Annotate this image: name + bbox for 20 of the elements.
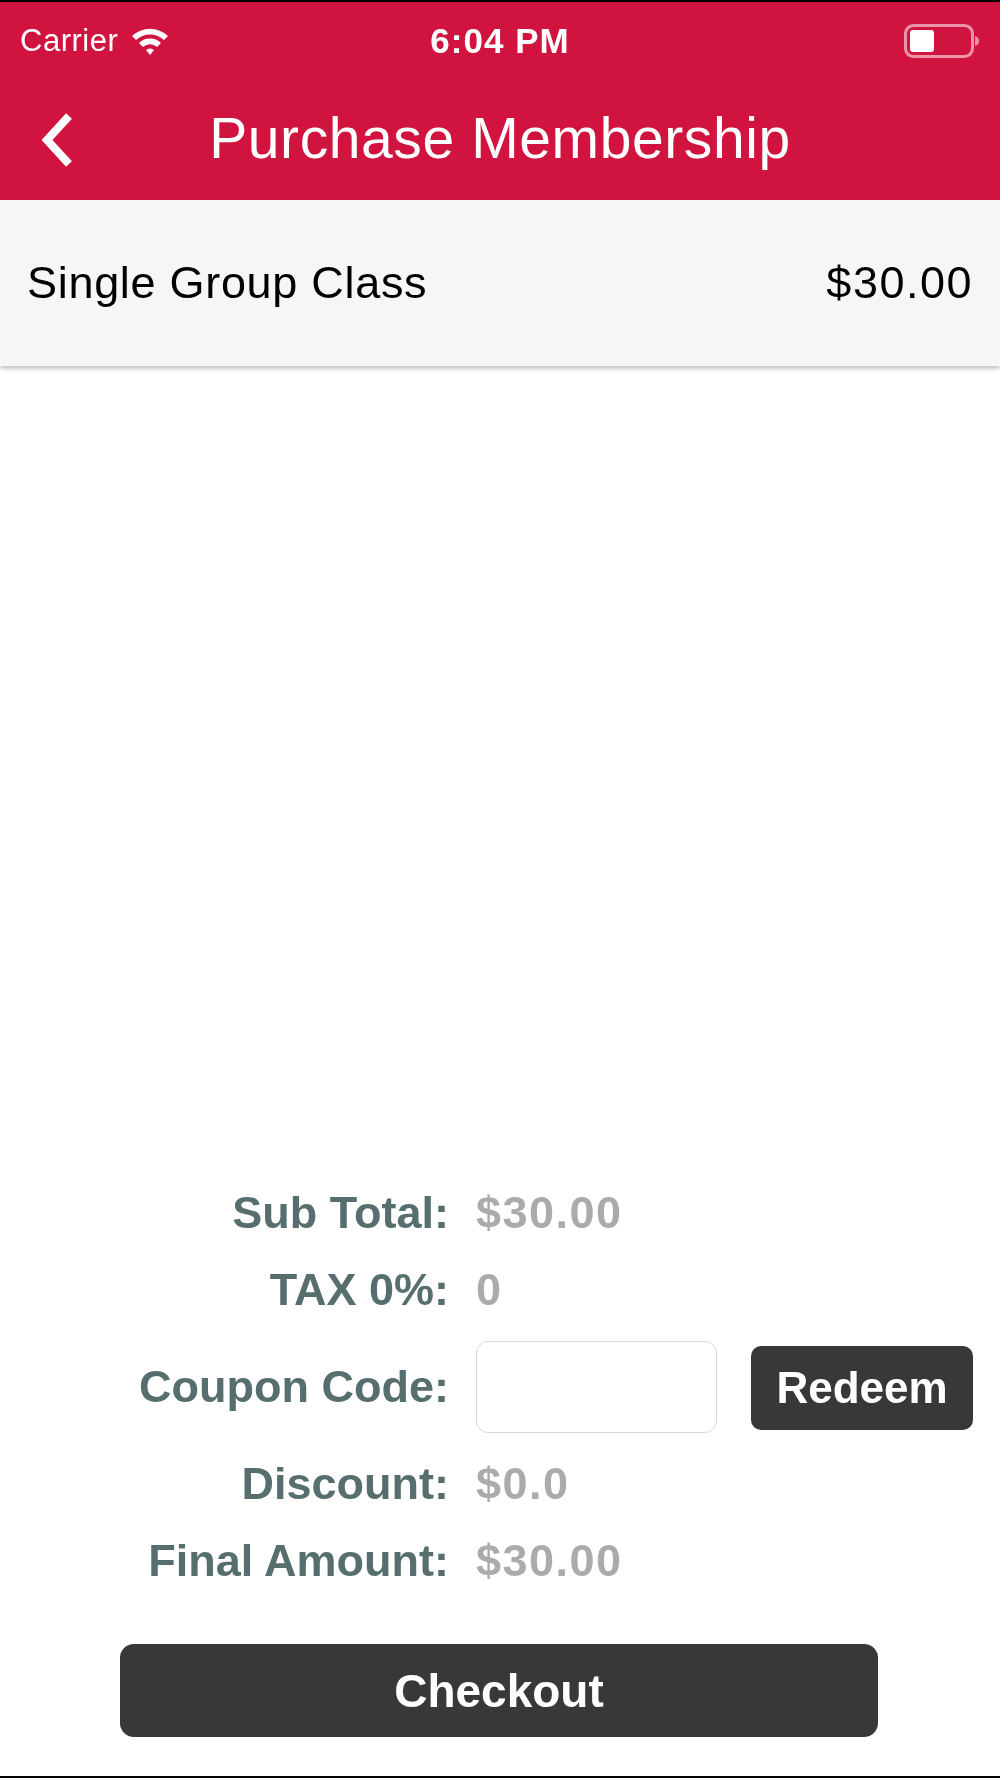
redeem-button[interactable]: Redeem — [751, 1345, 973, 1430]
summary-value: $0.0 — [476, 1457, 570, 1510]
summary-label: Final Amount: — [148, 1534, 449, 1587]
item-price: $30.00 — [826, 257, 973, 309]
item-name: Single Group Class — [27, 257, 428, 309]
summary-value: 0 — [476, 1263, 503, 1316]
summary-value: $30.00 — [476, 1186, 623, 1239]
back-chevron-icon — [40, 112, 74, 168]
summary-label: Discount: — [241, 1457, 449, 1510]
membership-item-row[interactable]: Single Group Class $30.00 — [0, 200, 1000, 366]
summary-value: $30.00 — [476, 1534, 623, 1587]
page-title: Purchase Membership — [209, 105, 791, 171]
checkout-button[interactable]: Checkout — [120, 1644, 878, 1737]
carrier-name: Carrier — [20, 23, 119, 59]
coupon-label: Coupon Code: — [139, 1360, 449, 1413]
summary-label: Sub Total: — [232, 1186, 449, 1239]
summary-label: TAX 0%: — [269, 1263, 449, 1316]
coupon-input-field[interactable] — [476, 1340, 717, 1433]
battery-icon — [904, 24, 980, 58]
status-time: 6:04 PM — [430, 21, 570, 61]
